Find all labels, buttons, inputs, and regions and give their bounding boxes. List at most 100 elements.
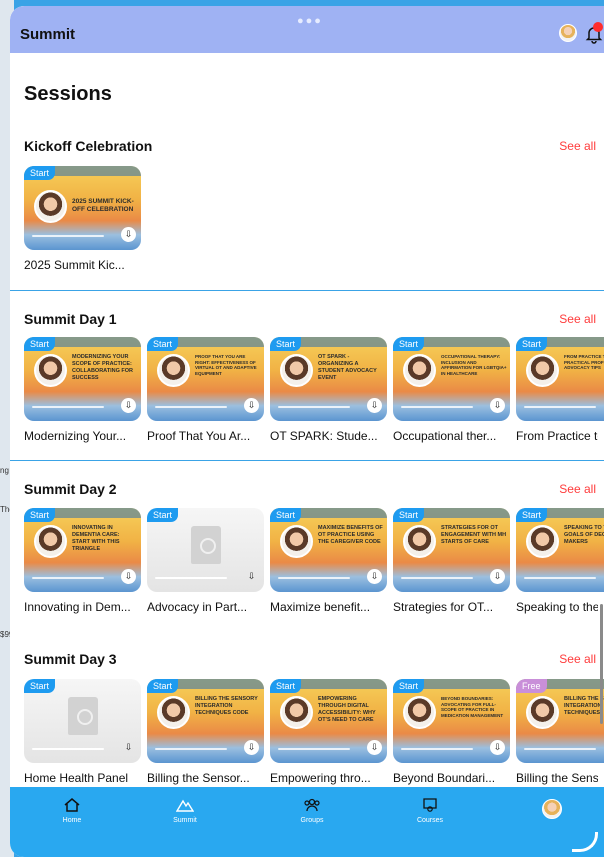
- app-title: Summit: [20, 26, 76, 43]
- start-badge: Start: [270, 337, 302, 351]
- section-title: Kickoff Celebration: [24, 138, 153, 154]
- cloud-download-icon[interactable]: ⇩: [367, 569, 382, 584]
- session-title: Strategies for OT...: [393, 600, 494, 614]
- progress-bar: [155, 748, 227, 750]
- session-title: Innovating in Dem...: [24, 600, 131, 614]
- session-card[interactable]: INNOVATING IN DEMENTIA CARE: START WITH …: [24, 508, 141, 614]
- tab-summit[interactable]: Summit: [155, 797, 215, 824]
- session-card[interactable]: MAXIMIZE BENEFITS OF OT PRACTICE USING T…: [270, 508, 387, 614]
- section-title: Summit Day 2: [24, 481, 117, 497]
- session-card[interactable]: STRATEGIES FOR OT ENGAGEMENT WITH MH STA…: [393, 508, 510, 614]
- session-thumbnail-placeholder[interactable]: ⇩ Start: [147, 508, 264, 592]
- tab-home[interactable]: Home: [42, 797, 102, 824]
- cloud-download-icon[interactable]: ⇩: [490, 740, 505, 755]
- speaker-photo: [280, 696, 313, 729]
- see-all-link[interactable]: See all: [559, 139, 596, 153]
- thumbnail-title: INNOVATING IN DEMENTIA CARE: START WITH …: [72, 525, 120, 552]
- progress-bar: [524, 406, 596, 408]
- session-thumbnail[interactable]: BILLING THE SENSORY INTEGRATION TECHNIQU…: [516, 679, 604, 763]
- cloud-download-icon[interactable]: ⇩: [490, 398, 505, 413]
- thumbnail-title: BILLING THE SENSORY INTEGRATION TECHNIQU…: [564, 696, 604, 716]
- session-thumbnail[interactable]: STRATEGIES FOR OT ENGAGEMENT WITH MH STA…: [393, 508, 510, 592]
- session-card[interactable]: OCCUPATIONAL THERAPY: INCLUSION AND AFFI…: [393, 337, 510, 443]
- session-thumbnail[interactable]: 2025 SUMMIT KICK-OFF CELEBRATION ⇩ Start: [24, 166, 141, 250]
- cloud-download-icon[interactable]: ⇩: [121, 740, 136, 755]
- speaker-photo: [34, 190, 67, 223]
- session-thumbnail[interactable]: BILLING THE SENSORY INTEGRATION TECHNIQU…: [147, 679, 264, 763]
- cloud-download-icon[interactable]: ⇩: [367, 398, 382, 413]
- session-title: Home Health Panel: [24, 771, 129, 785]
- session-title: Proof That You Ar...: [147, 429, 251, 443]
- session-thumbnail[interactable]: BEYOND BOUNDARIES: ADVOCATING FOR FULL-S…: [393, 679, 510, 763]
- session-card[interactable]: BEYOND BOUNDARIES: ADVOCATING FOR FULL-S…: [393, 679, 510, 785]
- progress-bar: [32, 406, 104, 408]
- start-badge: Start: [516, 337, 548, 351]
- book-placeholder-icon: [68, 697, 98, 735]
- scrollbar[interactable]: [600, 604, 603, 724]
- start-badge: Start: [147, 679, 179, 693]
- session-title: Advocacy in Part...: [147, 600, 248, 614]
- speaker-photo: [403, 525, 436, 558]
- session-card[interactable]: BILLING THE SENSORY INTEGRATION TECHNIQU…: [147, 679, 264, 785]
- session-card[interactable]: OT SPARK - ORGANIZING A STUDENT ADVOCACY…: [270, 337, 387, 443]
- thumbnail-title: MAXIMIZE BENEFITS OF OT PRACTICE USING T…: [318, 525, 383, 545]
- session-thumbnail[interactable]: MAXIMIZE BENEFITS OF OT PRACTICE USING T…: [270, 508, 387, 592]
- thumbnail-title: STRATEGIES FOR OT ENGAGEMENT WITH MH STA…: [441, 525, 507, 545]
- thumbnail-title: PROOF THAT YOU ARE RIGHT: EFFECTIVENESS …: [195, 354, 257, 376]
- profile-avatar[interactable]: [559, 24, 577, 42]
- see-all-link[interactable]: See all: [559, 482, 596, 496]
- speaker-photo: [34, 525, 67, 558]
- session-card[interactable]: ⇩ Start Home Health Panel: [24, 679, 141, 785]
- session-thumbnail[interactable]: INNOVATING IN DEMENTIA CARE: START WITH …: [24, 508, 141, 592]
- session-card[interactable]: MODERNIZING YOUR SCOPE OF PRACTICE: COLL…: [24, 337, 141, 443]
- session-title: Modernizing Your...: [24, 429, 127, 443]
- cloud-download-icon[interactable]: ⇩: [121, 398, 136, 413]
- session-thumbnail-placeholder[interactable]: ⇩ Start: [24, 679, 141, 763]
- session-card[interactable]: PROOF THAT YOU ARE RIGHT: EFFECTIVENESS …: [147, 337, 264, 443]
- tab-groups[interactable]: Groups: [282, 797, 342, 824]
- session-thumbnail[interactable]: EMPOWERING THROUGH DIGITAL ACCESSIBILITY…: [270, 679, 387, 763]
- cloud-download-icon[interactable]: ⇩: [121, 227, 136, 242]
- section-title: Summit Day 1: [24, 311, 117, 327]
- tab-profile-avatar[interactable]: [542, 799, 562, 819]
- session-card[interactable]: ⇩ Start Advocacy in Part...: [147, 508, 264, 614]
- session-thumbnail[interactable]: OT SPARK - ORGANIZING A STUDENT ADVOCACY…: [270, 337, 387, 421]
- notification-bell-icon[interactable]: [584, 22, 604, 44]
- session-card[interactable]: 2025 SUMMIT KICK-OFF CELEBRATION ⇩ Start…: [24, 166, 141, 272]
- cloud-download-icon[interactable]: ⇩: [244, 740, 259, 755]
- cloud-download-icon[interactable]: ⇩: [367, 740, 382, 755]
- cloud-download-icon[interactable]: ⇩: [121, 569, 136, 584]
- session-title: Occupational ther...: [393, 429, 497, 443]
- progress-bar: [155, 406, 227, 408]
- session-thumbnail[interactable]: SPEAKING TO THE GOALS OF DECISION MAKERS…: [516, 508, 604, 592]
- progress-bar: [278, 406, 350, 408]
- session-card[interactable]: SPEAKING TO THE GOALS OF DECISION MAKERS…: [516, 508, 604, 614]
- notification-badge: [593, 22, 603, 32]
- progress-bar: [278, 748, 350, 750]
- sessions-content[interactable]: Sessions Kickoff Celebration See all 202…: [10, 53, 604, 787]
- session-thumbnail[interactable]: PROOF THAT YOU ARE RIGHT: EFFECTIVENESS …: [147, 337, 264, 421]
- session-card[interactable]: EMPOWERING THROUGH DIGITAL ACCESSIBILITY…: [270, 679, 387, 785]
- start-badge: Start: [270, 508, 302, 522]
- start-badge: Start: [393, 337, 425, 351]
- progress-bar: [32, 235, 104, 237]
- start-badge: Start: [24, 166, 56, 180]
- thumbnail-title: BILLING THE SENSORY INTEGRATION TECHNIQU…: [195, 696, 258, 716]
- cloud-download-icon[interactable]: ⇩: [490, 569, 505, 584]
- session-thumbnail[interactable]: MODERNIZING YOUR SCOPE OF PRACTICE: COLL…: [24, 337, 141, 421]
- book-placeholder-icon: [191, 526, 221, 564]
- session-title: Empowering thro...: [270, 771, 371, 785]
- cloud-download-icon[interactable]: ⇩: [244, 569, 259, 584]
- session-card[interactable]: BILLING THE SENSORY INTEGRATION TECHNIQU…: [516, 679, 604, 785]
- see-all-link[interactable]: See all: [559, 652, 596, 666]
- thumbnail-title: BEYOND BOUNDARIES: ADVOCATING FOR FULL-S…: [441, 696, 504, 718]
- drag-handle-dots[interactable]: ●●●: [297, 15, 323, 27]
- session-thumbnail[interactable]: FROM PRACTICE TO PRACTICAL PROFESSIONAL …: [516, 337, 604, 421]
- tab-courses[interactable]: Courses: [400, 797, 460, 824]
- session-title: 2025 Summit Kic...: [24, 258, 125, 272]
- cloud-download-icon[interactable]: ⇩: [244, 398, 259, 413]
- see-all-link[interactable]: See all: [559, 312, 596, 326]
- session-card[interactable]: FROM PRACTICE TO PRACTICAL PROFESSIONAL …: [516, 337, 604, 443]
- session-thumbnail[interactable]: OCCUPATIONAL THERAPY: INCLUSION AND AFFI…: [393, 337, 510, 421]
- tab-label: Summit: [173, 817, 197, 824]
